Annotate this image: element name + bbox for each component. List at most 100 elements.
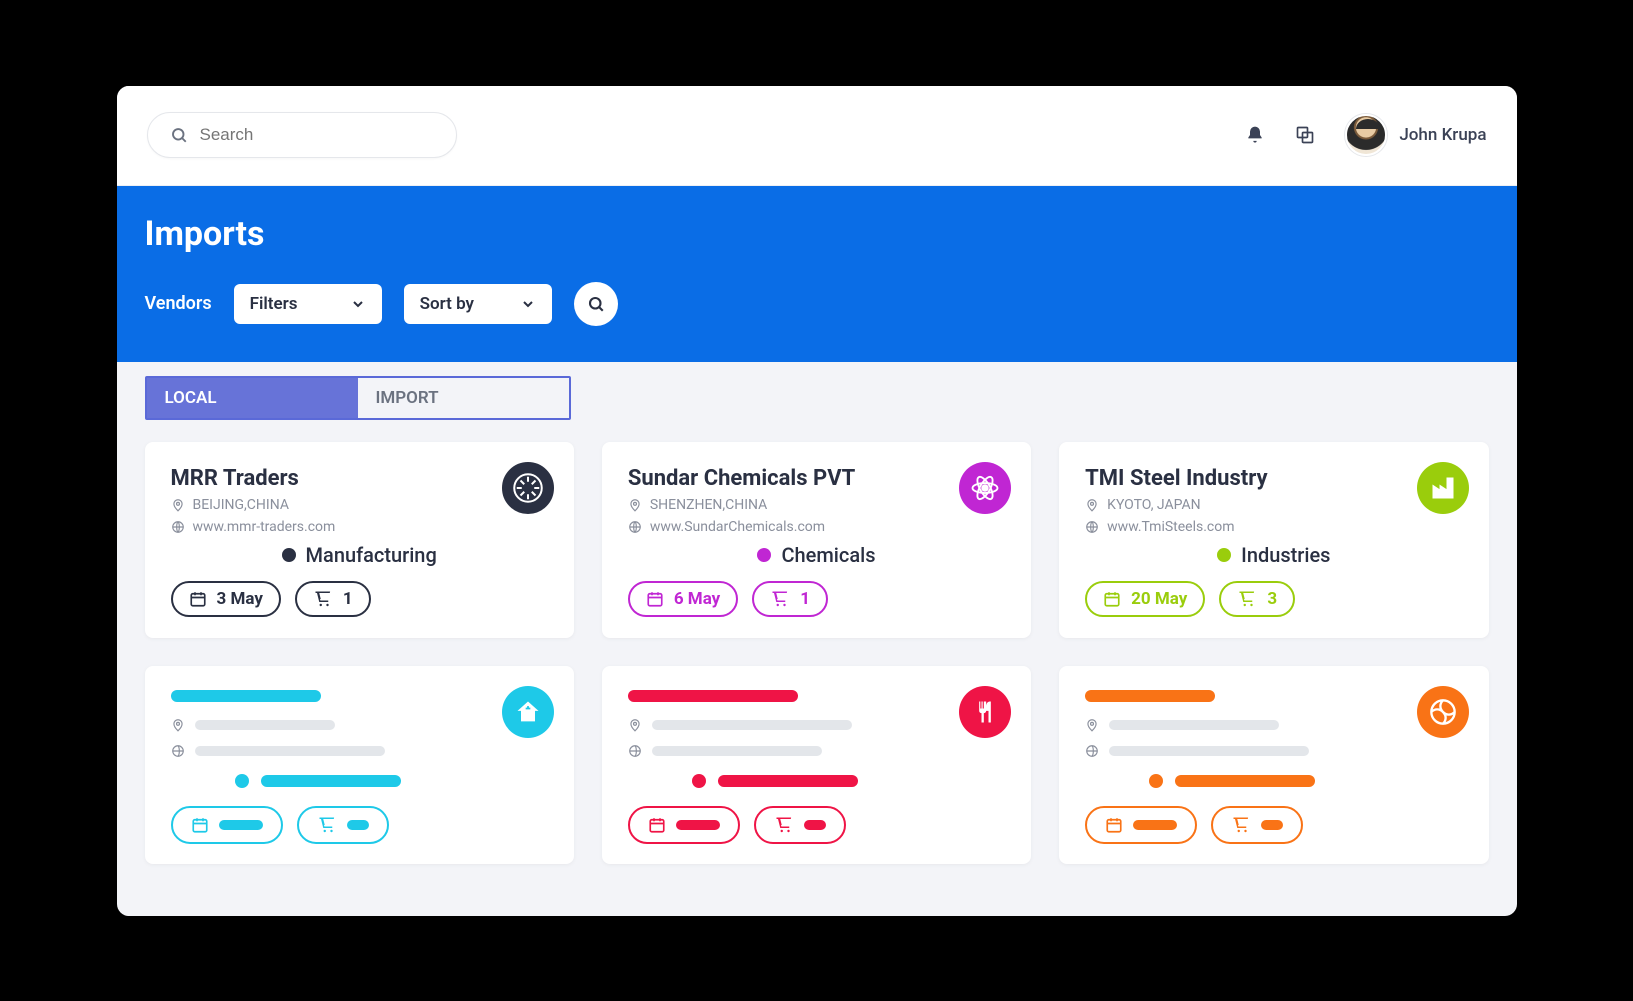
category-dot bbox=[757, 548, 771, 562]
date-pill[interactable]: 6 May bbox=[628, 581, 738, 617]
controls-row: Vendors Filters Sort by bbox=[145, 282, 1489, 326]
calendar-icon bbox=[1105, 816, 1123, 834]
cart-pill bbox=[297, 806, 389, 844]
location-icon bbox=[628, 718, 642, 732]
skeleton-dot bbox=[235, 774, 249, 788]
vendor-website: www.TmiSteels.com bbox=[1107, 519, 1234, 535]
cart-value: 3 bbox=[1267, 589, 1277, 609]
globe-icon bbox=[1085, 744, 1099, 758]
skeleton-bar bbox=[676, 820, 720, 830]
vendor-location: SHENZHEN,CHINA bbox=[650, 497, 767, 513]
tabs-wrap: LOCAL IMPORT bbox=[117, 376, 1517, 420]
globe-icon bbox=[628, 744, 642, 758]
topbar: John Krupa bbox=[117, 86, 1517, 186]
chevron-down-icon bbox=[350, 296, 366, 312]
cart-value: 1 bbox=[343, 589, 353, 609]
vendor-card[interactable]: Sundar Chemicals PVT SHENZHEN,CHINA www.… bbox=[602, 442, 1031, 638]
sortby-select[interactable]: Sort by bbox=[404, 284, 552, 324]
vendor-card-skeleton bbox=[1059, 666, 1488, 864]
chevron-down-icon bbox=[520, 296, 536, 312]
category-dot bbox=[282, 548, 296, 562]
vendor-location: KYOTO, JAPAN bbox=[1107, 497, 1200, 513]
filters-select[interactable]: Filters bbox=[234, 284, 382, 324]
skeleton-bar bbox=[1109, 720, 1279, 730]
vendor-title: MRR Traders bbox=[171, 466, 548, 491]
cart-pill[interactable]: 1 bbox=[295, 581, 371, 617]
globe-icon bbox=[171, 520, 185, 534]
category-dot bbox=[1217, 548, 1231, 562]
vendor-title: TMI Steel Industry bbox=[1085, 466, 1462, 491]
sports-icon bbox=[1417, 686, 1469, 738]
vendor-card[interactable]: MRR Traders BEIJING,CHINA www.mmr-trader… bbox=[145, 442, 574, 638]
vendor-card[interactable]: TMI Steel Industry KYOTO, JAPAN www.TmiS… bbox=[1059, 442, 1488, 638]
vendors-label: Vendors bbox=[145, 293, 212, 314]
location-icon bbox=[1085, 718, 1099, 732]
skeleton-bar bbox=[804, 820, 826, 830]
skeleton-bar bbox=[718, 775, 858, 787]
globe-icon bbox=[628, 520, 642, 534]
calendar-icon bbox=[191, 816, 209, 834]
tab-local[interactable]: LOCAL bbox=[147, 378, 358, 418]
cart-pill bbox=[754, 806, 846, 844]
vendor-card-skeleton bbox=[145, 666, 574, 864]
sortby-label: Sort by bbox=[420, 294, 474, 314]
tabs: LOCAL IMPORT bbox=[145, 376, 571, 420]
location-icon bbox=[171, 498, 185, 512]
date-value: 6 May bbox=[674, 589, 720, 609]
topbar-right: John Krupa bbox=[1245, 114, 1486, 156]
cart-pill[interactable]: 1 bbox=[752, 581, 828, 617]
vendor-category: Industries bbox=[1241, 543, 1330, 567]
search-input[interactable] bbox=[200, 125, 434, 145]
skeleton-bar bbox=[219, 820, 263, 830]
vendor-website: www.mmr-traders.com bbox=[193, 519, 336, 535]
vendor-card-skeleton bbox=[602, 666, 1031, 864]
skeleton-dot bbox=[692, 774, 706, 788]
calendar-icon bbox=[646, 590, 664, 608]
calendar-icon bbox=[1103, 590, 1121, 608]
location-icon bbox=[628, 498, 642, 512]
skeleton-bar bbox=[1175, 775, 1315, 787]
date-pill[interactable]: 3 May bbox=[171, 581, 281, 617]
date-pill[interactable]: 20 May bbox=[1085, 581, 1205, 617]
globe-icon bbox=[1085, 520, 1099, 534]
vendor-website: www.SundarChemicals.com bbox=[650, 519, 825, 535]
skeleton-bar bbox=[652, 720, 852, 730]
chemicals-icon bbox=[959, 462, 1011, 514]
skeleton-bar bbox=[195, 746, 385, 756]
search-button[interactable] bbox=[574, 282, 618, 326]
search-box[interactable] bbox=[147, 112, 457, 158]
skeleton-bar bbox=[652, 746, 822, 756]
vendor-title: Sundar Chemicals PVT bbox=[628, 466, 1005, 491]
skeleton-bar bbox=[1109, 746, 1309, 756]
cart-pill[interactable]: 3 bbox=[1219, 581, 1295, 617]
vendor-category: Manufacturing bbox=[306, 543, 437, 567]
globe-icon bbox=[171, 744, 185, 758]
bell-icon[interactable] bbox=[1245, 125, 1265, 145]
date-value: 3 May bbox=[217, 589, 263, 609]
avatar bbox=[1345, 114, 1387, 156]
copy-icon[interactable] bbox=[1295, 125, 1315, 145]
food-icon bbox=[959, 686, 1011, 738]
home-icon bbox=[502, 686, 554, 738]
cart-icon bbox=[770, 590, 790, 608]
industries-icon bbox=[1417, 462, 1469, 514]
location-icon bbox=[171, 718, 185, 732]
user-block[interactable]: John Krupa bbox=[1345, 114, 1486, 156]
skeleton-bar bbox=[1261, 820, 1283, 830]
date-value: 20 May bbox=[1131, 589, 1187, 609]
vendor-category: Chemicals bbox=[781, 543, 875, 567]
filters-label: Filters bbox=[250, 294, 298, 314]
cart-icon bbox=[774, 816, 794, 834]
cart-icon bbox=[1237, 590, 1257, 608]
cart-icon bbox=[313, 590, 333, 608]
cart-value: 1 bbox=[800, 589, 810, 609]
search-icon bbox=[170, 126, 188, 144]
page-title: Imports bbox=[145, 214, 1489, 254]
cart-icon bbox=[317, 816, 337, 834]
username: John Krupa bbox=[1399, 125, 1486, 145]
cart-icon bbox=[1231, 816, 1251, 834]
tab-import[interactable]: IMPORT bbox=[358, 378, 569, 418]
skeleton-bar bbox=[628, 690, 798, 702]
calendar-icon bbox=[189, 590, 207, 608]
calendar-icon bbox=[648, 816, 666, 834]
